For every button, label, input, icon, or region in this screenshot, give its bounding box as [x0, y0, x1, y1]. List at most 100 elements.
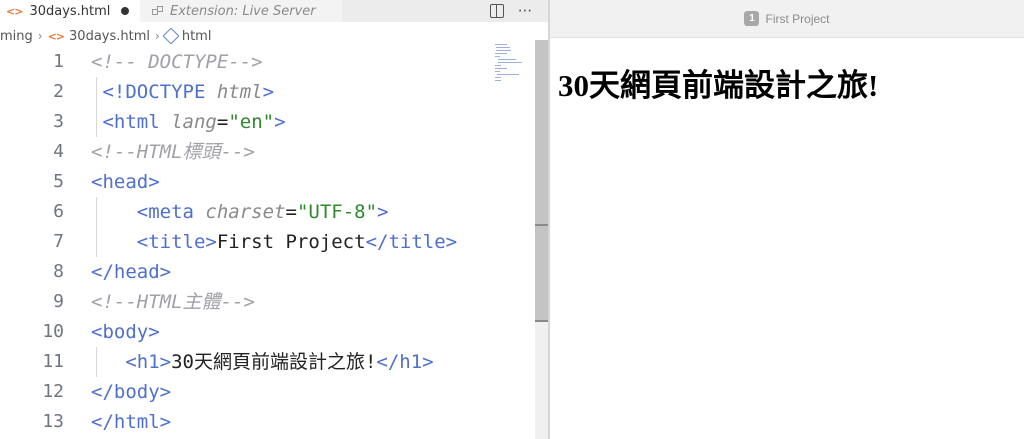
line-number: 11	[42, 351, 64, 372]
line-number: 2	[53, 81, 64, 102]
line-number: 9	[53, 291, 64, 312]
html-file-icon: <>	[47, 29, 65, 43]
breadcrumb-file[interactable]: 30days.html	[69, 29, 150, 44]
more-actions-icon[interactable]: ···	[518, 3, 532, 19]
scrollbar-marker	[535, 224, 548, 226]
code-text: <body>	[91, 317, 160, 347]
tab-30days-html[interactable]: <> 30days.html	[0, 0, 140, 22]
breadcrumb-folder[interactable]: ming	[0, 29, 33, 44]
line-number: 4	[53, 141, 64, 162]
code-line[interactable]: 4 <!--HTML標頭-->	[0, 137, 492, 167]
code-text: </head>	[91, 257, 171, 287]
preview-icon	[152, 6, 163, 16]
code-text: </body>	[91, 377, 171, 407]
code-text: <!DOCTYPE html>	[91, 77, 274, 107]
page-heading: 30天網頁前端設計之旅!	[558, 68, 879, 103]
html-file-icon: <>	[6, 4, 23, 18]
line-number: 10	[42, 321, 64, 342]
browser-preview: 1 First Project 30天網頁前端設計之旅!	[550, 0, 1024, 439]
line-number: 8	[53, 261, 64, 282]
symbol-icon	[162, 27, 180, 45]
editor-actions: ···	[489, 0, 532, 22]
code-line[interactable]: 10 <body>	[0, 317, 492, 347]
code-token: charset	[205, 201, 286, 223]
code-token: <meta	[136, 201, 206, 223]
code-token: </title>	[365, 231, 458, 253]
code-text: <meta charset="UTF-8">	[91, 197, 389, 227]
line-number: 1	[53, 51, 64, 72]
line-number: 7	[53, 231, 64, 252]
code-token: <!--HTML主體-->	[91, 291, 255, 313]
code-line[interactable]: 13 </html>	[0, 407, 492, 437]
code-line[interactable]: 12 </body>	[0, 377, 492, 407]
unsaved-dot-icon[interactable]	[121, 7, 130, 15]
code-token: <body>	[91, 321, 160, 343]
line-number: 5	[53, 171, 64, 192]
code-token: "UTF-8"	[296, 201, 378, 223]
breadcrumb-symbol[interactable]: html	[182, 29, 212, 44]
code-token: <head>	[91, 171, 160, 193]
code-text: <!--HTML標頭-->	[91, 137, 255, 167]
code-token: =	[285, 201, 297, 223]
chevron-right-icon: ›	[37, 29, 43, 43]
line-number: 6	[53, 201, 64, 222]
tab-live-server-extension[interactable]: Extension: Live Server	[140, 0, 342, 22]
line-number: 13	[42, 411, 64, 432]
code-token: <h1>	[125, 351, 172, 373]
code-line[interactable]: 8 </head>	[0, 257, 492, 287]
code-token: <!-- DOCTYPE-->	[91, 51, 263, 73]
code-line[interactable]: 3 <html lang="en">	[0, 107, 492, 137]
tab-label: Extension: Live Server	[170, 3, 316, 19]
code-text: <!--HTML主體-->	[91, 287, 255, 317]
breadcrumb: ming › <> 30days.html › html	[0, 26, 211, 46]
code-token: <html	[102, 111, 172, 133]
code-text: <h1>30天網頁前端設計之旅!</h1>	[91, 347, 434, 377]
tab-label: 30days.html	[29, 3, 111, 19]
code-text: <head>	[91, 167, 160, 197]
code-token: </html>	[91, 411, 172, 433]
code-token: html	[216, 81, 263, 103]
chevron-right-icon: ›	[155, 29, 160, 43]
vertical-scrollbar-thumb[interactable]	[535, 40, 548, 322]
code-line[interactable]: 11 <h1>30天網頁前端設計之旅!</h1>	[0, 347, 492, 377]
line-number: 3	[53, 111, 64, 132]
code-line[interactable]: 9 <!--HTML主體-->	[0, 287, 492, 317]
code-token: lang	[171, 111, 217, 133]
code-text: <title>First Project</title>	[91, 227, 457, 257]
minimap[interactable]	[493, 40, 535, 100]
code-token: First Project	[216, 231, 366, 253]
code-editor: <> 30days.html Extension: Live Server ··…	[0, 0, 548, 439]
browser-tab-bar[interactable]: 1 First Project	[550, 0, 1024, 38]
code-token: >	[274, 111, 286, 133]
code-token: </h1>	[376, 351, 434, 373]
code-text: <!-- DOCTYPE-->	[91, 47, 263, 77]
code-token: </head>	[91, 261, 172, 283]
split-editor-icon[interactable]	[489, 4, 504, 18]
code-line[interactable]: 7 <title>First Project</title>	[0, 227, 492, 257]
editor-tab-bar: <> 30days.html Extension: Live Server ··…	[0, 0, 548, 22]
code-line[interactable]: 6 <meta charset="UTF-8">	[0, 197, 492, 227]
scrollbar-marker	[535, 320, 548, 322]
code-text: </html>	[91, 407, 171, 437]
code-line[interactable]: 1 <!-- DOCTYPE-->	[0, 47, 492, 77]
code-token: "en"	[228, 111, 275, 133]
code-text: <html lang="en">	[91, 107, 286, 137]
code-token: </body>	[91, 381, 172, 403]
browser-page-title: First Project	[765, 11, 830, 26]
code-token: <title>	[136, 231, 217, 253]
code-line[interactable]: 5 <head>	[0, 167, 492, 197]
tab-number-badge: 1	[744, 11, 760, 26]
code-area[interactable]: 1 <!-- DOCTYPE--> 2 <!DOCTYPE html> 3 <html…	[0, 47, 492, 439]
code-token: >	[377, 201, 389, 223]
line-number: 12	[42, 381, 64, 402]
code-token: =	[216, 111, 229, 133]
code-line[interactable]: 2 <!DOCTYPE html>	[0, 77, 492, 107]
code-token: 30天網頁前端設計之旅!	[171, 351, 377, 373]
code-token: >	[262, 81, 275, 103]
code-token: <!--HTML標頭-->	[91, 141, 255, 163]
